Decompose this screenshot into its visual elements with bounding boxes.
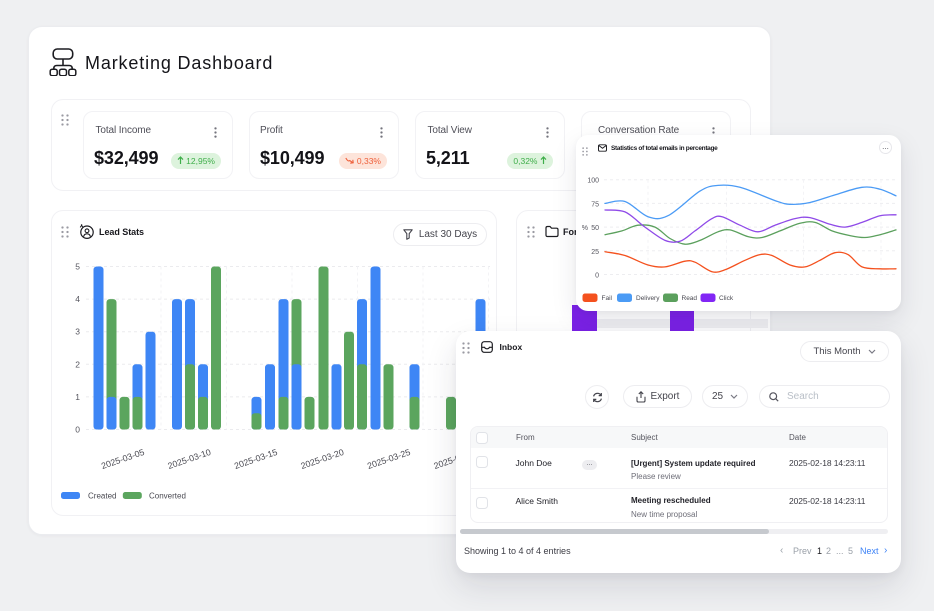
svg-text:75: 75 <box>591 201 599 208</box>
svg-text:1: 1 <box>75 392 80 402</box>
svg-text:2025-03-05: 2025-03-05 <box>100 447 146 471</box>
svg-text:Fail: Fail <box>602 295 613 302</box>
svg-text:0: 0 <box>75 425 80 435</box>
svg-text:0: 0 <box>595 273 599 280</box>
svg-text:%: % <box>582 225 588 232</box>
svg-text:Created: Created <box>88 492 116 501</box>
svg-text:50: 50 <box>591 225 599 232</box>
svg-text:2025-03-25: 2025-03-25 <box>366 447 412 471</box>
svg-text:Delivery: Delivery <box>636 295 660 302</box>
svg-text:5: 5 <box>75 262 80 272</box>
svg-text:25: 25 <box>591 249 599 256</box>
svg-text:Converted: Converted <box>149 492 186 501</box>
svg-text:2025-03-20: 2025-03-20 <box>299 447 345 471</box>
svg-text:Read: Read <box>682 295 698 302</box>
svg-text:2025-03-10: 2025-03-10 <box>166 447 212 471</box>
svg-text:4: 4 <box>75 294 80 304</box>
svg-text:3: 3 <box>75 327 80 337</box>
svg-text:2025-03-15: 2025-03-15 <box>233 447 279 471</box>
svg-text:Click: Click <box>719 295 734 302</box>
svg-text:2: 2 <box>75 359 80 369</box>
svg-text:100: 100 <box>587 178 599 185</box>
